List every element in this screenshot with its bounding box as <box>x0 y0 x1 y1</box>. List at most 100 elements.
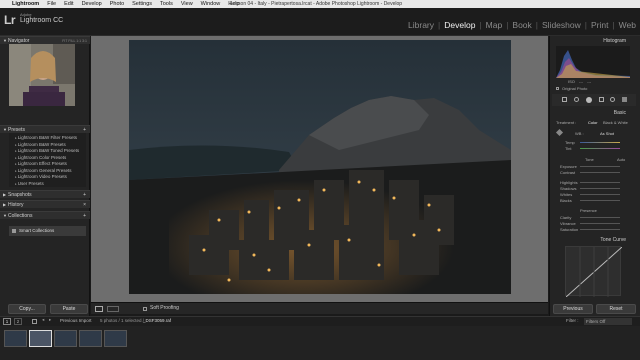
module-print[interactable]: Print <box>591 20 608 30</box>
before-after-icon[interactable] <box>107 306 119 312</box>
vibrance-label: Vibrance <box>560 221 576 226</box>
menu-view[interactable]: View <box>181 1 193 7</box>
zoom-3-1[interactable]: 3:1 <box>82 39 87 43</box>
clear-history-icon[interactable]: × <box>83 201 86 209</box>
menu-tools[interactable]: Tools <box>160 1 173 7</box>
module-web[interactable]: Web <box>619 20 636 30</box>
preset-folder[interactable]: Lightroom Color Presets <box>15 155 67 160</box>
snapshots-header[interactable]: ▶ Snapshots + <box>0 190 90 198</box>
paste-button[interactable]: Paste <box>50 304 88 314</box>
temp-label: Temp <box>565 140 575 145</box>
spot-removal-icon[interactable] <box>574 97 579 102</box>
contrast-slider[interactable] <box>580 172 620 173</box>
menu-file[interactable]: File <box>47 1 56 7</box>
menu-photo[interactable]: Photo <box>110 1 124 7</box>
main-photo[interactable] <box>129 40 511 294</box>
saturation-slider[interactable] <box>580 229 620 230</box>
filter-dropdown[interactable]: Filters Off <box>584 318 632 325</box>
original-photo-checkbox[interactable] <box>556 87 559 90</box>
page-2-button[interactable]: 2 <box>14 318 22 325</box>
basic-title: Basic <box>613 110 626 116</box>
histogram-iso: ISO <box>568 79 575 84</box>
module-book[interactable]: Book <box>512 20 531 30</box>
collections-header[interactable]: ▼ Collections + <box>0 211 90 219</box>
highlights-slider[interactable] <box>580 182 620 183</box>
histogram-aperture: --- <box>587 79 592 84</box>
selection-count: 5 photos / 1 selected / <box>100 318 145 323</box>
presets-list: Lightroom B&W Filter Presets Lightroom B… <box>9 133 86 187</box>
tone-curve-title: Tone Curve <box>600 237 626 243</box>
loupe-view-icon[interactable] <box>95 306 103 312</box>
add-snapshot-icon[interactable]: + <box>83 191 86 199</box>
exposure-slider[interactable] <box>580 166 620 167</box>
shadows-slider[interactable] <box>580 188 620 189</box>
zoom-fit[interactable]: FIT <box>62 39 67 43</box>
tone-curve-graph[interactable] <box>565 246 623 298</box>
vibrance-slider[interactable] <box>580 223 620 224</box>
forward-arrow-icon[interactable]: ▸ <box>49 317 51 323</box>
preset-folder[interactable]: User Presets <box>15 181 44 186</box>
histogram-graph[interactable] <box>556 46 630 78</box>
previous-button[interactable]: Previous <box>553 304 593 314</box>
smart-collections-row[interactable]: Smart Collections <box>9 226 86 236</box>
filmstrip-thumbnail[interactable] <box>4 330 27 347</box>
treatment-color[interactable]: Color <box>588 120 598 125</box>
source-label[interactable]: Previous Import <box>60 318 92 323</box>
menu-settings[interactable]: Settings <box>132 1 152 7</box>
grid-view-icon[interactable] <box>32 319 37 324</box>
selected-filename[interactable]: _DSF3059.raf <box>143 318 171 323</box>
module-develop[interactable]: Develop <box>444 20 475 30</box>
blacks-slider[interactable] <box>580 200 620 201</box>
adjustment-brush-icon[interactable] <box>622 97 627 102</box>
preset-folder[interactable]: Lightroom B&W Toned Presets <box>15 148 79 153</box>
whites-slider[interactable] <box>580 194 620 195</box>
filmstrip-thumbnail-selected[interactable] <box>29 330 52 347</box>
navigator-preview-webcam[interactable] <box>9 44 75 106</box>
snapshots-title: Snapshots <box>8 192 32 198</box>
menu-window[interactable]: Window <box>201 1 221 7</box>
history-title: History <box>8 202 24 208</box>
exposure-label: Exposure <box>560 164 577 169</box>
page-1-button[interactable]: 1 <box>3 318 11 325</box>
crop-tool-icon[interactable] <box>562 97 567 102</box>
preset-folder[interactable]: Lightroom Video Presets <box>15 174 67 179</box>
module-library[interactable]: Library <box>408 20 434 30</box>
original-photo-label: Original Photo <box>562 86 588 91</box>
back-arrow-icon[interactable]: ◂ <box>42 317 44 323</box>
copy-button[interactable]: Copy... <box>8 304 46 314</box>
module-map[interactable]: Map <box>486 20 503 30</box>
temp-slider[interactable] <box>580 142 620 143</box>
zoom-fill[interactable]: FILL <box>68 39 75 43</box>
tint-slider[interactable] <box>580 148 620 149</box>
history-header[interactable]: ▶ History × <box>0 200 90 208</box>
preset-folder[interactable]: Lightroom B&W Filter Presets <box>15 135 77 140</box>
filmstrip-thumbnail[interactable] <box>79 330 102 347</box>
reset-button[interactable]: Reset <box>596 304 636 314</box>
filmstrip-bar: 1 2 ◂ ▸ Previous Import 5 photos / 1 sel… <box>0 316 640 326</box>
zoom-1-1[interactable]: 1:1 <box>76 39 81 43</box>
add-collection-icon[interactable]: + <box>83 212 86 220</box>
lightroom-logo: Lr <box>4 13 16 27</box>
navigator-header[interactable]: ▼ Navigator FIT FILL 1:1 3:1 <box>0 36 90 44</box>
wb-dropdown[interactable]: As Shot <box>600 131 614 136</box>
clarity-slider[interactable] <box>580 217 620 218</box>
module-slideshow[interactable]: Slideshow <box>542 20 581 30</box>
soft-proofing-checkbox[interactable] <box>143 307 147 311</box>
treatment-bw[interactable]: Black & White <box>603 120 628 125</box>
presets-header[interactable]: ▼ Presets + <box>0 125 90 133</box>
preset-folder[interactable]: Lightroom B&W Presets <box>15 142 66 147</box>
preset-folder[interactable]: Lightroom Effect Presets <box>15 161 67 166</box>
histogram-title: Histogram <box>603 38 626 44</box>
filmstrip-thumbnail[interactable] <box>104 330 127 347</box>
product-name: Lightroom CC <box>20 17 64 24</box>
red-eye-icon[interactable] <box>586 97 592 103</box>
filmstrip-thumbnail[interactable] <box>54 330 77 347</box>
graduated-filter-icon[interactable] <box>599 97 604 102</box>
preset-folder[interactable]: Lightroom General Presets <box>15 168 72 173</box>
menu-lightroom[interactable]: Lightroom <box>12 1 39 7</box>
menu-develop[interactable]: Develop <box>82 1 102 7</box>
menu-edit[interactable]: Edit <box>64 1 73 7</box>
radial-filter-icon[interactable] <box>610 97 615 102</box>
saturation-label: Saturation <box>560 227 579 232</box>
tone-auto-button[interactable]: Auto <box>617 157 625 162</box>
